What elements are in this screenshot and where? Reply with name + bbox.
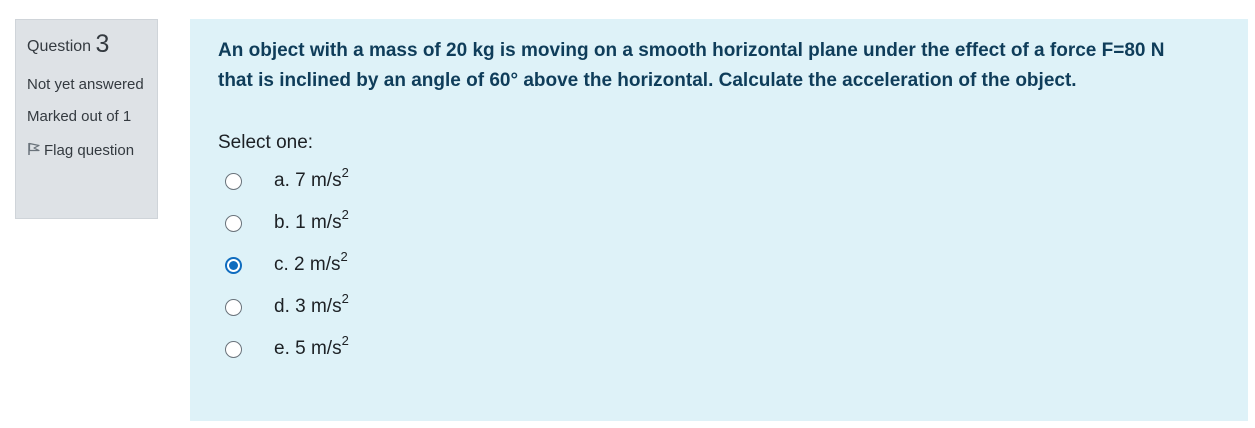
question-text: An object with a mass of 20 kg is moving… — [218, 40, 1165, 91]
answer-label-c[interactable]: c. 2 m/s2 — [274, 250, 348, 276]
answer-option-e[interactable]: e. 5 m/s2 — [218, 328, 1220, 370]
question-number: 3 — [95, 30, 110, 58]
answer-option-d[interactable]: d. 3 m/s2 — [218, 286, 1220, 328]
answer-option-c[interactable]: c. 2 m/s2 — [218, 244, 1220, 286]
question-label: Question — [27, 38, 92, 55]
answer-radio-b[interactable] — [225, 214, 242, 232]
answer-radio-d[interactable] — [225, 298, 242, 316]
question-content: An object with a mass of 20 kg is moving… — [190, 19, 1248, 421]
answer-label-d[interactable]: d. 3 m/s2 — [274, 292, 349, 318]
question-state: Not yet answered — [27, 76, 144, 93]
question-grade: Marked out of 1 — [27, 108, 132, 125]
flag-question-button[interactable]: Flag question — [27, 139, 157, 163]
answer-radio-e[interactable] — [225, 340, 242, 358]
question-info-panel: Question 3 Not yet answered Marked out o… — [15, 19, 158, 219]
answer-radio-c[interactable] — [225, 256, 242, 274]
answer-radio-a[interactable] — [225, 172, 242, 190]
answer-label-e[interactable]: e. 5 m/s2 — [274, 334, 349, 360]
answer-label-a[interactable]: a. 7 m/s2 — [274, 166, 349, 192]
answer-label-b[interactable]: b. 1 m/s2 — [274, 208, 349, 234]
answer-prompt: Select one: — [218, 132, 314, 153]
flag-icon — [27, 140, 41, 155]
answer-option-a[interactable]: a. 7 m/s2 — [218, 160, 1220, 202]
flag-question-label: Flag question — [44, 142, 135, 159]
answer-option-b[interactable]: b. 1 m/s2 — [218, 202, 1220, 244]
question-number-heading: Question 3 — [27, 30, 157, 61]
answer-list: a. 7 m/s2 b. 1 m/s2 c. 2 m/s2 d. 3 m/s2 … — [218, 160, 1220, 370]
